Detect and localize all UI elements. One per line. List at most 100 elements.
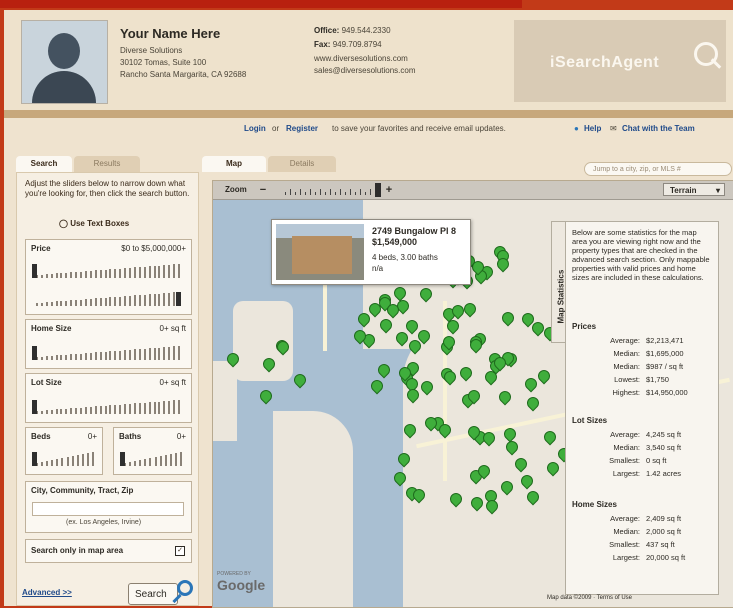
listing-photo[interactable] <box>276 224 364 280</box>
slider-tick <box>119 350 122 360</box>
search-button[interactable]: Search <box>128 583 178 605</box>
slider-tick <box>99 406 102 414</box>
map-footer-terms[interactable]: Map data ©2009 · Terms of Use <box>547 595 632 601</box>
website-link[interactable]: www.diversesolutions.com <box>314 54 408 63</box>
advanced-search-link[interactable]: Advanced >> <box>22 588 72 597</box>
map-type-select[interactable]: Terrain ▾ <box>663 183 725 196</box>
map-area-only-label: Search only in map area <box>31 546 124 555</box>
baths-slider[interactable] <box>120 450 184 466</box>
slider-tick <box>173 346 176 360</box>
slider-knob[interactable] <box>176 292 181 306</box>
slider-tick <box>163 293 166 306</box>
slider-tick <box>129 462 132 466</box>
slider-tick <box>50 273 53 278</box>
help-link[interactable]: Help <box>584 124 601 133</box>
zoom-tick <box>355 192 356 195</box>
stat-value: $987 / sq ft <box>646 362 684 371</box>
use-text-boxes-label: Use Text Boxes <box>70 219 130 228</box>
price-min-slider[interactable] <box>32 262 182 278</box>
lot-size-value: 0+ sq ft <box>159 378 186 387</box>
tab-map[interactable]: Map <box>202 156 266 172</box>
slider-tick <box>178 346 180 360</box>
slider-tick <box>114 350 117 360</box>
location-filter: City, Community, Tract, Zip (ex. Los Ang… <box>25 481 192 533</box>
slider-tick <box>89 270 92 278</box>
location-input[interactable] <box>32 502 184 516</box>
slider-tick <box>60 409 63 414</box>
stat-key: Median: <box>613 362 640 371</box>
lot-sizes-heading: Lot Sizes <box>572 416 608 425</box>
tab-search[interactable]: Search <box>16 156 72 172</box>
slider-knob[interactable] <box>32 452 37 466</box>
listing-popup[interactable]: 2749 Bungalow Pl 8 $1,549,000 4 beds, 3.… <box>271 219 471 285</box>
peninsula <box>273 411 353 607</box>
map-area-only-filter[interactable]: Search only in map area ✓ <box>25 539 192 563</box>
slider-tick <box>55 301 58 306</box>
zoom-tick <box>310 189 311 195</box>
zoom-tick <box>300 189 301 195</box>
listing-price: $1,549,000 <box>372 237 418 247</box>
lot-size-slider[interactable] <box>32 398 182 414</box>
slider-tick <box>65 408 68 414</box>
zoom-tick <box>295 192 296 195</box>
slider-tick <box>40 410 43 414</box>
slider-tick <box>158 401 161 414</box>
photo-building <box>292 236 352 274</box>
slider-tick <box>133 267 136 278</box>
slider-knob[interactable] <box>32 346 37 360</box>
home-size-label: Home Size <box>31 324 72 333</box>
register-link[interactable]: Register <box>286 124 318 133</box>
chat-link[interactable]: Chat with the Team <box>622 124 695 133</box>
zoom-out-button[interactable]: − <box>257 184 269 196</box>
home-size-slider[interactable] <box>32 344 182 360</box>
slider-tick <box>80 353 83 360</box>
tab-results[interactable]: Results <box>74 156 140 172</box>
slider-tick <box>163 347 166 360</box>
slider-tick <box>50 301 53 306</box>
slider-tick <box>104 405 107 414</box>
slider-tick <box>173 292 176 306</box>
slider-tick <box>45 302 48 306</box>
beds-slider[interactable] <box>32 450 96 466</box>
slider-tick <box>153 347 156 360</box>
agent-address-line2: Rancho Santa Margarita, CA 92688 <box>120 70 247 79</box>
prices-heading: Prices <box>572 322 597 331</box>
zoom-tick <box>315 192 316 195</box>
email-link[interactable]: sales@diversesolutions.com <box>314 66 416 75</box>
home-sizes-heading: Home Sizes <box>572 500 617 509</box>
slider-tick <box>138 267 141 278</box>
login-link[interactable]: Login <box>244 124 266 133</box>
slider-tick <box>163 401 166 414</box>
zoom-tick <box>325 192 326 195</box>
slider-tick <box>143 402 146 414</box>
map-view[interactable]: Zoom − + Terrain ▾ 2749 Bungalow Pl 8 $1… <box>212 180 733 608</box>
slider-tick <box>86 453 89 466</box>
slider-tick <box>41 462 44 466</box>
slider-tick <box>148 402 151 414</box>
price-max-slider[interactable] <box>32 290 182 306</box>
slider-tick <box>94 352 97 360</box>
slider-tick <box>92 452 94 466</box>
jump-to-location-input[interactable]: Jump to a city, zip, or MLS # <box>584 162 732 176</box>
listing-address[interactable]: 2749 Bungalow Pl 8 <box>372 226 456 236</box>
slider-tick <box>99 352 102 360</box>
slider-knob[interactable] <box>32 400 37 414</box>
header-divider <box>4 110 733 118</box>
stat-key: Median: <box>613 527 640 536</box>
slider-knob[interactable] <box>32 264 37 278</box>
slider-knob[interactable] <box>120 452 125 466</box>
slider-tick <box>70 354 73 360</box>
tab-details[interactable]: Details <box>268 156 336 172</box>
map-area-only-checkbox[interactable]: ✓ <box>175 546 185 556</box>
google-logo: Google <box>217 577 266 593</box>
stat-value: 4,245 sq ft <box>646 430 682 439</box>
zoom-tick <box>305 192 306 195</box>
zoom-in-button[interactable]: + <box>383 184 395 196</box>
slider-tick <box>70 272 73 278</box>
slider-tick <box>133 403 136 414</box>
use-text-boxes-toggle[interactable]: ◯ Use Text Boxes <box>59 219 129 228</box>
slider-tick <box>168 346 171 360</box>
zoom-tick <box>345 192 346 195</box>
slider-tick <box>114 268 117 278</box>
zoom-slider-thumb[interactable] <box>375 183 381 197</box>
